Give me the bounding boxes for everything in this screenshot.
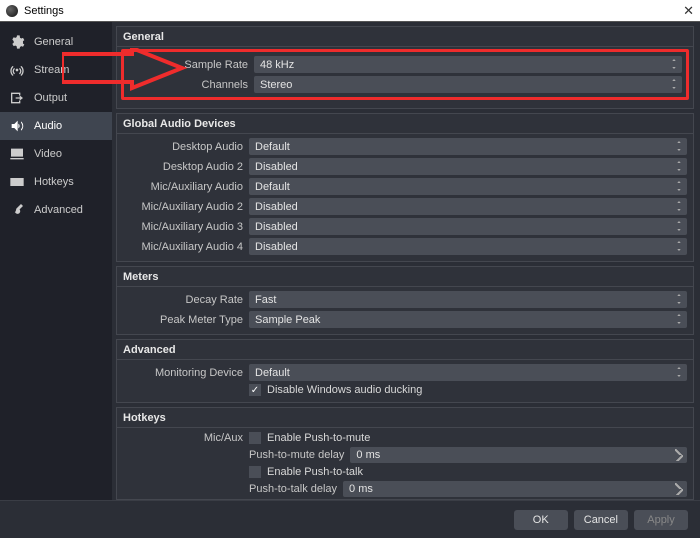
sidebar-item-label: Video [34,148,62,160]
settings-sidebar: General Stream Output Audio Video [0,22,112,500]
titlebar: Settings ✕ [0,0,700,22]
label-mic-aux-audio-2: Mic/Auxiliary Audio 2 [123,201,243,213]
label-enable-ptt: Enable Push-to-talk [267,466,363,478]
sidebar-item-advanced[interactable]: Advanced [0,196,112,224]
group-header: Hotkeys [117,408,693,428]
ok-button[interactable]: OK [514,510,568,530]
select-mic-aux-audio-2[interactable]: Disabled [249,198,687,215]
spin-ptm-delay-micaux[interactable]: 0 ms [350,447,687,463]
sidebar-item-output[interactable]: Output [0,84,112,112]
group-global-audio-devices: Global Audio Devices Desktop Audio Defaul… [116,113,694,262]
sidebar-item-label: Audio [34,120,62,132]
select-desktop-audio-2[interactable]: Disabled [249,158,687,175]
select-mic-aux-audio[interactable]: Default [249,178,687,195]
sidebar-item-label: Stream [34,64,69,76]
select-mic-aux-audio-3[interactable]: Disabled [249,218,687,235]
sidebar-item-general[interactable]: General [0,28,112,56]
label-ptm-delay: Push-to-mute delay [249,449,344,461]
label-monitoring-device: Monitoring Device [123,367,243,379]
keyboard-icon [8,174,26,190]
select-desktop-audio[interactable]: Default [249,138,687,155]
cancel-button[interactable]: Cancel [574,510,628,530]
window-title: Settings [24,5,64,17]
select-monitoring-device[interactable]: Default [249,364,687,381]
tools-icon [8,202,26,218]
dialog-button-bar: OK Cancel Apply [0,500,700,538]
apply-button[interactable]: Apply [634,510,688,530]
group-hotkeys: Hotkeys Mic/Aux Enable Push-to-mute Push… [116,407,694,500]
group-header: Meters [117,267,693,287]
label-micaux: Mic/Aux [123,432,243,444]
broadcast-icon [8,62,26,78]
close-icon[interactable]: ✕ [683,3,694,19]
sidebar-item-video[interactable]: Video [0,140,112,168]
select-peak-meter-type[interactable]: Sample Peak [249,311,687,328]
select-sample-rate[interactable]: 48 kHz [254,56,682,73]
spin-ptt-delay-micaux[interactable]: 0 ms [343,481,687,497]
gear-icon [8,34,26,50]
output-icon [8,90,26,106]
checkbox-micaux-ptt[interactable] [249,466,261,478]
group-advanced: Advanced Monitoring Device Default ✓ Disa… [116,339,694,403]
speaker-icon [8,118,26,134]
select-channels[interactable]: Stereo [254,76,682,93]
monitor-icon [8,146,26,162]
group-header: Global Audio Devices [117,114,693,134]
checkbox-micaux-ptm[interactable] [249,432,261,444]
group-header: General [117,27,693,47]
sidebar-item-stream[interactable]: Stream [0,56,112,84]
label-desktop-audio-2: Desktop Audio 2 [123,161,243,173]
label-peak-meter-type: Peak Meter Type [123,314,243,326]
group-general: General Sample Rate 48 kHz Channels Ster… [116,26,694,109]
group-meters: Meters Decay Rate Fast Peak Meter Type Sam… [116,266,694,335]
label-disable-ducking: Disable Windows audio ducking [267,384,422,396]
sidebar-item-audio[interactable]: Audio [0,112,112,140]
label-desktop-audio: Desktop Audio [123,141,243,153]
label-ptt-delay: Push-to-talk delay [249,483,337,495]
sidebar-item-label: Advanced [34,204,83,216]
sidebar-item-label: Hotkeys [34,176,74,188]
select-decay-rate[interactable]: Fast [249,291,687,308]
label-mic-aux-audio-4: Mic/Auxiliary Audio 4 [123,241,243,253]
label-enable-ptm: Enable Push-to-mute [267,432,370,444]
label-decay-rate: Decay Rate [123,294,243,306]
sidebar-item-hotkeys[interactable]: Hotkeys [0,168,112,196]
label-channels: Channels [128,79,248,91]
settings-content: General Sample Rate 48 kHz Channels Ster… [112,22,700,500]
sidebar-item-label: Output [34,92,67,104]
label-mic-aux-audio: Mic/Auxiliary Audio [123,181,243,193]
label-mic-aux-audio-3: Mic/Auxiliary Audio 3 [123,221,243,233]
checkbox-disable-ducking[interactable]: ✓ [249,384,261,396]
select-mic-aux-audio-4[interactable]: Disabled [249,238,687,255]
highlight-box: Sample Rate 48 kHz Channels Stereo [121,49,689,100]
app-icon [6,5,18,17]
label-sample-rate: Sample Rate [128,59,248,71]
group-header: Advanced [117,340,693,360]
sidebar-item-label: General [34,36,73,48]
